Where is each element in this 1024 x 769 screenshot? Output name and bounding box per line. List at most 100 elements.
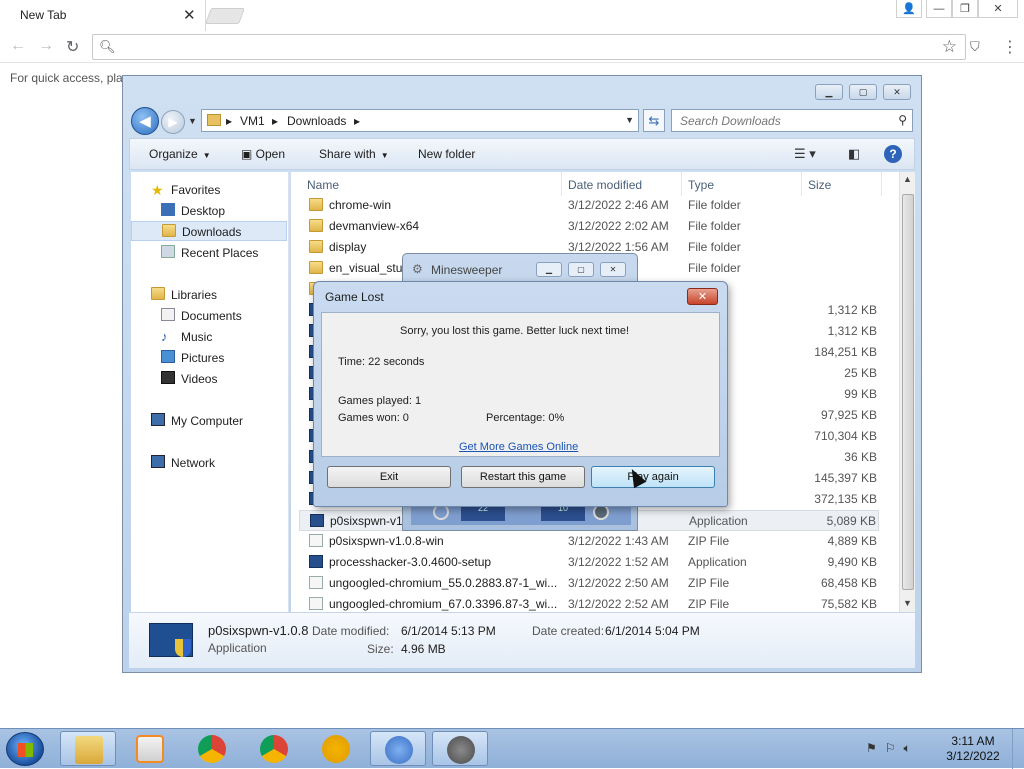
details-file-name: p0sixspwn-v1.0.8 bbox=[208, 623, 309, 638]
restore-button[interactable]: ❐ bbox=[952, 0, 978, 18]
scroll-up-icon[interactable]: ▲ bbox=[903, 174, 912, 184]
nav-my-computer[interactable]: My Computer bbox=[131, 411, 287, 431]
details-created-label: Date created: bbox=[532, 624, 605, 638]
forward-icon[interactable]: → bbox=[38, 37, 54, 55]
file-name: p0sixspwn-v1.0.8-win bbox=[329, 534, 444, 548]
file-list-scrollbar[interactable]: ▲ ▼ bbox=[899, 172, 915, 612]
file-name: ungoogled-chromium_67.0.3396.87-3_wi... bbox=[329, 597, 558, 611]
preview-pane-icon[interactable]: ◧ bbox=[848, 146, 860, 162]
back-arrow-icon[interactable]: ◀ bbox=[131, 107, 159, 135]
minesweeper-close-button[interactable]: ✕ bbox=[600, 262, 626, 277]
scroll-thumb[interactable] bbox=[902, 194, 914, 590]
file-size: 25 KB bbox=[844, 366, 877, 380]
history-dropdown-icon[interactable]: ▼ bbox=[188, 116, 197, 126]
nav-favorites[interactable]: ★ Favorites bbox=[131, 180, 287, 200]
new-folder-button[interactable]: New folder bbox=[418, 147, 475, 161]
file-type: File folder bbox=[688, 240, 741, 254]
file-size: 4,889 KB bbox=[827, 534, 877, 548]
profile-icon[interactable]: 👤 bbox=[896, 0, 922, 18]
pictures-icon bbox=[161, 350, 175, 363]
music-icon: ♪ bbox=[161, 329, 168, 344]
extension-icon[interactable]: ⛉ bbox=[970, 39, 980, 55]
address-bar[interactable]: ▸ VM1 ▸ Downloads ▸ ▼ bbox=[201, 109, 639, 132]
recent-places-icon bbox=[161, 245, 175, 258]
exit-button[interactable]: Exit bbox=[327, 466, 451, 488]
clock-time: 3:11 AM bbox=[951, 734, 995, 748]
bookmark-star-icon[interactable]: ☆ bbox=[942, 37, 957, 57]
file-row[interactable]: processhacker-3.0.4600-setup 3/12/2022 1:… bbox=[299, 552, 879, 573]
back-icon[interactable]: ← bbox=[10, 37, 26, 55]
minesweeper-minimize-button[interactable]: ▁ bbox=[536, 262, 562, 277]
taskbar-clock[interactable]: 3:11 AM 3/12/2022 bbox=[938, 734, 1008, 764]
view-options-icon[interactable]: ☰ ▾ bbox=[794, 146, 816, 162]
start-button[interactable] bbox=[6, 732, 44, 766]
explorer-close-button[interactable]: ✕ bbox=[883, 84, 911, 100]
column-size[interactable]: Size bbox=[808, 178, 831, 192]
search-icon[interactable]: ⚲ bbox=[898, 113, 907, 127]
nav-network[interactable]: Network bbox=[131, 453, 287, 473]
refresh-icon[interactable]: ⇆ bbox=[643, 109, 665, 132]
nav-music[interactable]: ♪ Music bbox=[131, 327, 287, 347]
taskbar-explorer[interactable] bbox=[60, 731, 116, 766]
close-button[interactable]: ✕ bbox=[978, 0, 1018, 18]
taskbar-chrome-beta[interactable] bbox=[246, 731, 302, 766]
libraries-icon bbox=[151, 287, 165, 300]
taskbar-chromium[interactable] bbox=[370, 731, 426, 766]
forward-arrow-icon[interactable]: ▶ bbox=[161, 110, 185, 134]
omnibox[interactable]: 🔍︎ ☆ bbox=[92, 34, 966, 60]
search-downloads-input[interactable]: Search Downloads ⚲ bbox=[671, 109, 913, 132]
nav-recent-places[interactable]: Recent Places bbox=[131, 243, 287, 263]
open-button[interactable]: ▣ Open bbox=[241, 147, 285, 161]
nav-documents[interactable]: Documents bbox=[131, 306, 287, 326]
details-created-value: 6/1/2014 5:04 PM bbox=[605, 624, 700, 638]
dialog-close-icon[interactable]: ✕ bbox=[687, 288, 718, 305]
share-with-button[interactable]: Share with ▼ bbox=[319, 147, 389, 161]
taskbar-chrome-canary[interactable] bbox=[308, 731, 364, 766]
reload-icon[interactable]: ↻ bbox=[66, 37, 79, 57]
file-type: File folder bbox=[688, 219, 741, 233]
explorer-minimize-button[interactable]: ▁ bbox=[815, 84, 843, 100]
taskbar-chrome[interactable] bbox=[184, 731, 240, 766]
taskbar-media-player[interactable] bbox=[122, 731, 178, 766]
scroll-down-icon[interactable]: ▼ bbox=[903, 598, 912, 608]
downloads-icon bbox=[162, 224, 176, 237]
restart-game-button[interactable]: Restart this game bbox=[461, 466, 585, 488]
new-tab-button[interactable] bbox=[205, 8, 245, 24]
taskbar-minesweeper[interactable] bbox=[432, 731, 488, 766]
breadcrumb-downloads[interactable]: Downloads bbox=[287, 114, 346, 128]
menu-icon[interactable]: ⋮ bbox=[1002, 37, 1018, 57]
browser-tab[interactable]: New Tab ✕ bbox=[2, 0, 206, 31]
column-name[interactable]: Name bbox=[307, 178, 339, 192]
file-row[interactable]: p0sixspwn-v1.0.8-win 3/12/2022 1:43 AM ZIP… bbox=[299, 531, 879, 552]
breadcrumb-vm1[interactable]: VM1 bbox=[240, 114, 265, 128]
nav-videos[interactable]: Videos bbox=[131, 369, 287, 389]
get-more-games-link[interactable]: Get More Games Online bbox=[459, 441, 578, 453]
minesweeper-maximize-button[interactable]: ▢ bbox=[568, 262, 594, 277]
file-date: 3/12/2022 2:46 AM bbox=[568, 198, 669, 212]
play-again-button[interactable]: Play again bbox=[591, 466, 715, 488]
nav-desktop[interactable]: Desktop bbox=[131, 201, 287, 221]
breadcrumb-separator[interactable]: ▸ bbox=[354, 114, 360, 128]
nav-libraries[interactable]: Libraries bbox=[131, 285, 287, 305]
file-date: 3/12/2022 2:50 AM bbox=[568, 576, 669, 590]
nav-pictures[interactable]: Pictures bbox=[131, 348, 287, 368]
file-name: processhacker-3.0.4600-setup bbox=[329, 555, 492, 569]
breadcrumb-separator[interactable]: ▸ bbox=[226, 114, 232, 128]
tab-close-icon[interactable]: ✕ bbox=[183, 6, 196, 24]
address-dropdown-icon[interactable]: ▼ bbox=[625, 115, 634, 125]
organize-button[interactable]: Organize ▼ bbox=[149, 147, 211, 161]
nav-downloads[interactable]: Downloads bbox=[131, 221, 287, 241]
file-row[interactable]: ungoogled-chromium_55.0.2883.87-1_wi... 3… bbox=[299, 573, 879, 594]
help-icon[interactable]: ? bbox=[884, 145, 902, 163]
system-tray-icons[interactable]: ⚑⚐🔈︎ bbox=[866, 741, 919, 756]
breadcrumb-separator[interactable]: ▸ bbox=[272, 114, 278, 128]
show-desktop-button[interactable] bbox=[1012, 729, 1024, 769]
file-type: File folder bbox=[688, 198, 741, 212]
media-player-icon bbox=[136, 735, 164, 763]
minimize-button[interactable]: — bbox=[926, 0, 952, 18]
explorer-maximize-button[interactable]: ▢ bbox=[849, 84, 877, 100]
column-date-modified[interactable]: Date modified bbox=[568, 178, 642, 192]
file-row[interactable]: devmanview-x64 3/12/2022 2:02 AM File fold… bbox=[299, 216, 879, 237]
column-type[interactable]: Type bbox=[688, 178, 714, 192]
file-row[interactable]: chrome-win 3/12/2022 2:46 AM File folder bbox=[299, 195, 879, 216]
